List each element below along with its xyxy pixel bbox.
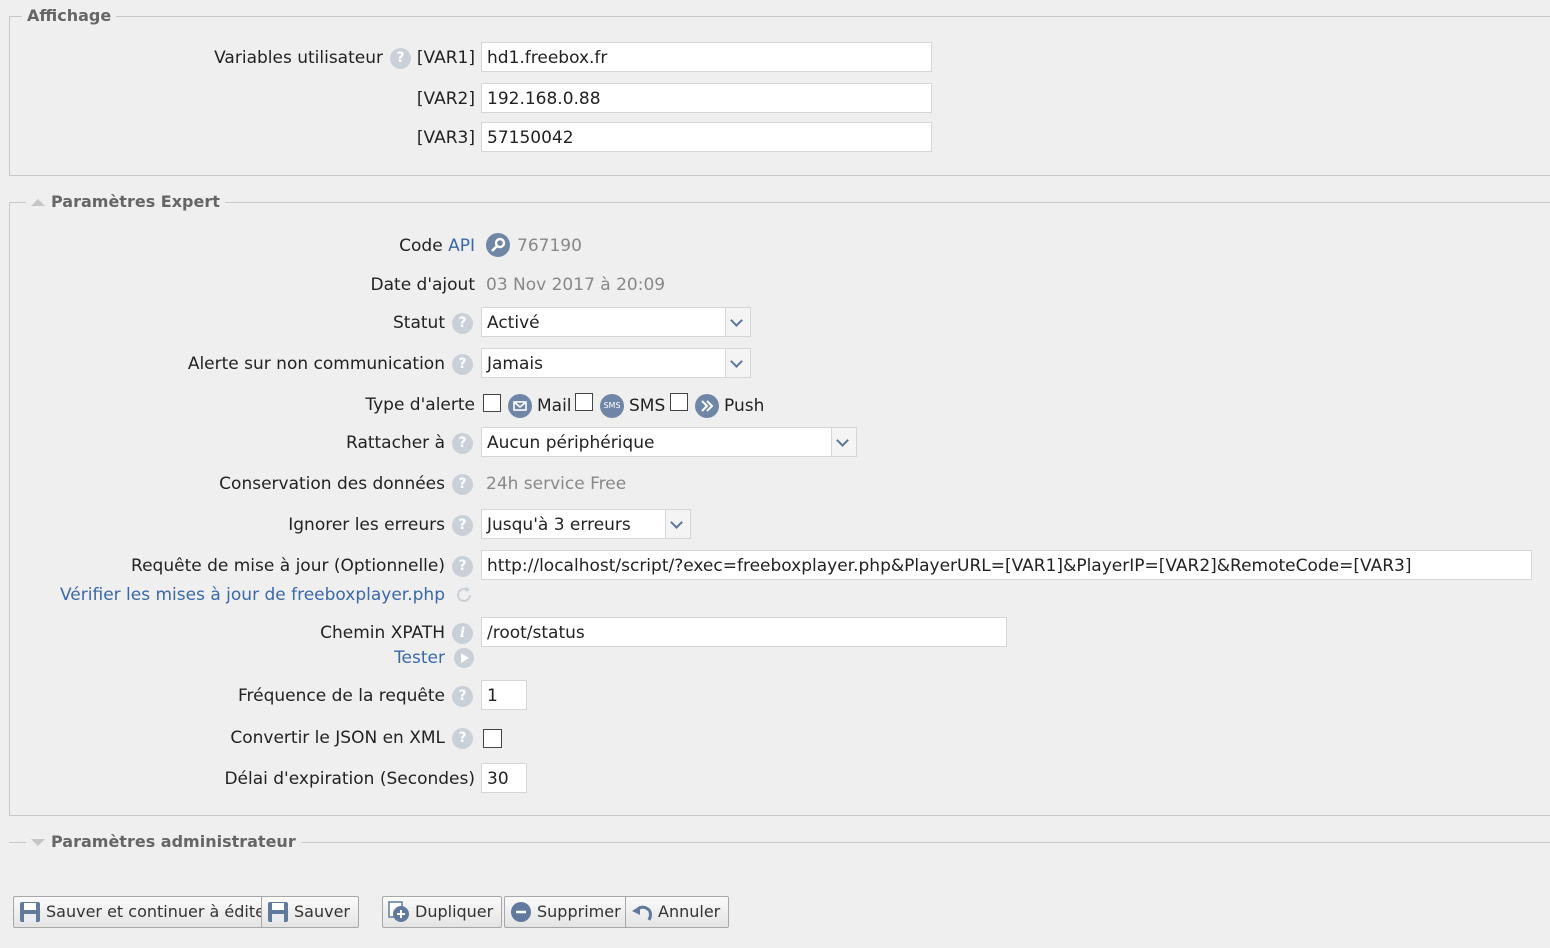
- var3-label: [VAR3]: [416, 128, 475, 148]
- mail-checkbox[interactable]: [483, 394, 501, 412]
- frequence-label: Fréquence de la requête: [237, 686, 445, 706]
- info-icon[interactable]: i: [452, 623, 473, 644]
- sms-label: SMS: [629, 396, 666, 416]
- affichage-legend: Affichage: [22, 6, 117, 26]
- minus-circle-icon: [511, 902, 531, 922]
- var1-input[interactable]: hd1.freebox.fr: [481, 42, 932, 72]
- delai-label: Délai d'expiration (Secondes): [224, 769, 475, 789]
- var1-label: [VAR1]: [416, 48, 475, 68]
- rattacher-select[interactable]: Aucun périphérique: [481, 427, 857, 457]
- push-icon: [695, 394, 719, 418]
- help-icon[interactable]: ?: [452, 354, 473, 375]
- date-value: 03 Nov 2017 à 20:09: [486, 275, 666, 295]
- verifier-link[interactable]: Vérifier les mises à jour de freeboxplay…: [60, 583, 445, 607]
- save-button[interactable]: Sauver: [261, 896, 359, 928]
- requete-label: Requête de mise à jour (Optionnelle): [131, 556, 445, 576]
- sms-icon: SMS: [600, 394, 624, 418]
- rattacher-label: Rattacher à: [346, 433, 445, 453]
- code-value: 767190: [517, 236, 582, 256]
- help-icon[interactable]: ?: [452, 728, 473, 749]
- var2-label: [VAR2]: [416, 89, 475, 109]
- statut-label: Statut: [393, 313, 445, 333]
- key-icon[interactable]: [486, 233, 510, 257]
- ignorer-select[interactable]: Jusqu'à 3 erreurs: [481, 509, 691, 539]
- xpath-label: Chemin XPATH: [320, 623, 445, 643]
- undo-icon: [632, 905, 652, 921]
- xpath-input[interactable]: /root/status: [481, 617, 1007, 647]
- requete-input[interactable]: http://localhost/script/?exec=freeboxpla…: [481, 550, 1532, 580]
- chevron-down-icon: [725, 308, 750, 336]
- alerte-label: Alerte sur non communication: [187, 354, 445, 374]
- expert-legend[interactable]: Paramètres Expert: [26, 192, 225, 212]
- statut-select[interactable]: Activé: [481, 307, 751, 337]
- code-label: Code API: [399, 236, 475, 256]
- date-label: Date d'ajout: [370, 275, 475, 295]
- collapse-triangle-icon: [31, 199, 45, 206]
- conservation-label: Conservation des données: [219, 474, 445, 494]
- json-label: Convertir le JSON en XML: [230, 728, 445, 748]
- conservation-value: 24h service Free: [486, 474, 627, 494]
- cancel-button[interactable]: Annuler: [625, 896, 730, 928]
- help-icon[interactable]: ?: [390, 48, 411, 69]
- json-checkbox[interactable]: [483, 729, 502, 748]
- type-alerte-label: Type d'alerte: [365, 395, 475, 415]
- api-link[interactable]: API: [448, 236, 475, 256]
- expand-triangle-icon: [31, 839, 45, 846]
- chevron-down-icon: [665, 510, 690, 538]
- mail-icon: [508, 394, 532, 418]
- push-checkbox[interactable]: [670, 393, 688, 411]
- save-icon: [20, 902, 40, 922]
- help-icon[interactable]: ?: [452, 313, 473, 334]
- chevron-down-icon: [831, 428, 856, 456]
- refresh-icon[interactable]: [454, 585, 474, 605]
- tester-link[interactable]: Tester: [394, 646, 445, 670]
- duplicate-button[interactable]: Dupliquer: [382, 896, 503, 928]
- var2-input[interactable]: 192.168.0.88: [481, 83, 932, 113]
- var3-input[interactable]: 57150042: [481, 122, 932, 152]
- save-continue-button[interactable]: Sauver et continuer à éditer: [13, 896, 281, 928]
- frequence-input[interactable]: 1: [481, 680, 527, 710]
- ignorer-label: Ignorer les erreurs: [288, 515, 445, 535]
- chevron-down-icon: [725, 349, 750, 377]
- save-icon: [268, 902, 288, 922]
- help-icon[interactable]: ?: [452, 556, 473, 577]
- delai-input[interactable]: 30: [481, 763, 527, 793]
- user-vars-label: Variables utilisateur: [214, 48, 383, 68]
- play-icon[interactable]: [454, 648, 474, 668]
- sms-checkbox[interactable]: [575, 393, 593, 411]
- expert-fieldset: [9, 202, 1550, 816]
- alerte-select[interactable]: Jamais: [481, 348, 751, 378]
- push-label: Push: [724, 396, 765, 416]
- delete-button[interactable]: Supprimer: [504, 896, 630, 928]
- help-icon[interactable]: ?: [452, 474, 473, 495]
- help-icon[interactable]: ?: [452, 433, 473, 454]
- help-icon[interactable]: ?: [452, 515, 473, 536]
- mail-label: Mail: [537, 396, 572, 416]
- help-icon[interactable]: ?: [452, 686, 473, 707]
- admin-legend[interactable]: Paramètres administrateur: [26, 832, 301, 852]
- duplicate-icon: [388, 901, 409, 922]
